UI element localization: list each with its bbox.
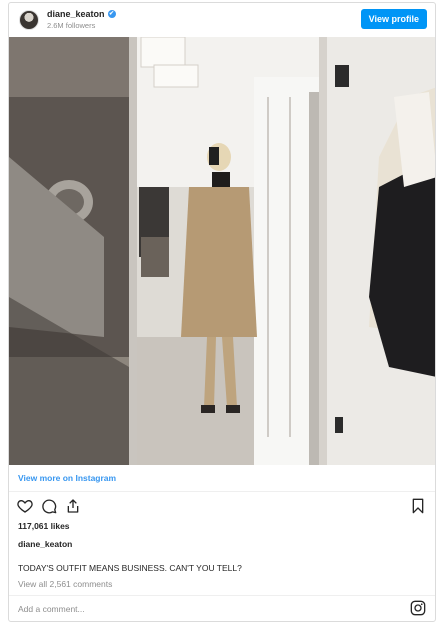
caption-text: TODAY'S OUTFIT MEANS BUSINESS. CAN'T YOU… — [18, 563, 242, 573]
view-profile-button[interactable]: View profile — [360, 9, 427, 29]
view-all-comments-link[interactable]: View all 2,561 comments — [18, 579, 112, 589]
share-icon[interactable] — [65, 498, 81, 514]
verified-badge-icon: ✔ — [107, 10, 116, 18]
add-comment-input[interactable]: Add a comment... — [18, 604, 85, 614]
bookmark-icon[interactable] — [410, 498, 426, 514]
instagram-icon[interactable] — [410, 600, 426, 616]
view-more-link[interactable]: View more on Instagram — [18, 473, 116, 483]
action-bar — [17, 498, 81, 514]
divider — [9, 491, 435, 492]
post-header: diane_keaton ✔ 2.6M followers View profi… — [9, 3, 435, 37]
divider — [9, 595, 435, 596]
heart-icon[interactable] — [17, 498, 33, 514]
instagram-embed-card: diane_keaton ✔ 2.6M followers View profi… — [8, 2, 436, 622]
avatar[interactable] — [19, 10, 39, 30]
follower-count: 2.6M followers — [47, 21, 96, 30]
post-image[interactable] — [9, 37, 435, 465]
caption-username[interactable]: diane_keaton — [18, 539, 72, 549]
mirror-selfie-photo — [9, 37, 435, 465]
username-row[interactable]: diane_keaton ✔ — [47, 9, 116, 19]
like-count[interactable]: 117,061 likes — [18, 521, 70, 531]
comment-icon[interactable] — [41, 498, 57, 514]
username[interactable]: diane_keaton — [47, 9, 105, 19]
